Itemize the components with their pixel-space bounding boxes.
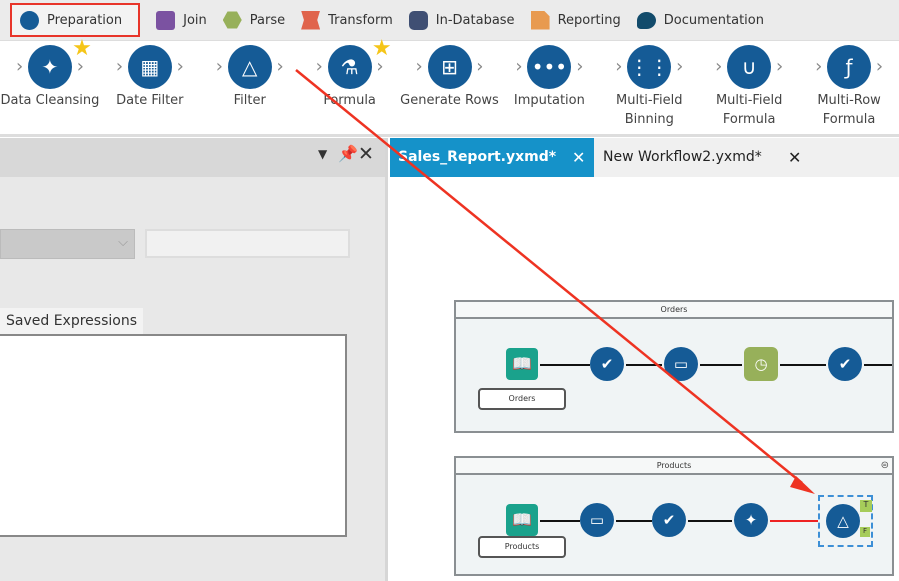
tool-data-cleansing[interactable]: ✦Data Cleansing★ [0, 36, 100, 134]
category-join[interactable]: Join [156, 7, 207, 33]
input-data-icon[interactable]: 📖 [506, 504, 538, 536]
hexagon-icon [222, 11, 242, 29]
tool-generate-rows[interactable]: ⊞Generate Rows [400, 41, 500, 134]
category-transform[interactable]: Transform [301, 7, 393, 33]
data-cleansing-node-icon[interactable]: ✦ [734, 503, 768, 537]
container-products[interactable]: Products ⊜ 📖 ▭ ✔ ✦ △ T F Products [454, 456, 894, 576]
square-icon [156, 10, 176, 30]
tab-new-workflow2[interactable]: New Workflow2.yxmd* ✕ [595, 138, 810, 177]
multi-field-formula-icon: ∪ [715, 45, 783, 89]
formula-icon: ⚗ [316, 45, 384, 89]
tab-sales-report[interactable]: Sales_Report.yxmd* ✕ [390, 138, 594, 177]
tool-filter[interactable]: △Filter [200, 41, 300, 134]
tool-multi-row-formula[interactable]: ƒMulti-Row Formula [799, 41, 899, 134]
tab-saved-expressions[interactable]: Saved Expressions [0, 308, 143, 334]
ribbon-icon [301, 10, 321, 30]
chevron-down-icon: ⌵ [118, 235, 128, 250]
pin-icon[interactable]: 📌 [338, 144, 358, 163]
tool-imputation[interactable]: •••Imputation [499, 41, 599, 134]
database-icon [408, 10, 428, 30]
filter-node-selected[interactable]: △ T F [818, 495, 873, 547]
close-tab-icon[interactable]: ✕ [572, 138, 585, 177]
field-dropdown[interactable]: ⌵ [0, 229, 135, 259]
favorite-star-icon: ★ [72, 36, 92, 61]
node-label: Orders [478, 388, 566, 410]
multi-field-binning-icon: ⋮⋮ [615, 45, 683, 89]
input-data-icon[interactable]: 📖 [506, 348, 538, 380]
workflow-tabs: Sales_Report.yxmd* ✕ New Workflow2.yxmd* ✕ [390, 138, 899, 177]
value-input[interactable] [145, 229, 350, 258]
tool-date-filter[interactable]: ▦Date Filter [100, 41, 200, 134]
browse-tool-icon[interactable]: ▭ [664, 347, 698, 381]
close-panel-icon[interactable]: ✕ [358, 143, 374, 165]
select-tool-icon[interactable]: ✔ [590, 347, 624, 381]
date-filter-icon: ▦ [116, 45, 184, 89]
imputation-icon: ••• [515, 45, 583, 89]
data-cleansing-icon: ✦ [16, 45, 84, 89]
panel-header: ▼ 📌 ✕ [0, 138, 385, 177]
favorite-star-icon: ★ [371, 36, 392, 61]
collapse-icon[interactable]: ⊜ [881, 460, 889, 471]
false-anchor[interactable]: F [860, 527, 870, 537]
close-tab-icon[interactable]: ✕ [788, 138, 801, 177]
category-parse[interactable]: Parse [222, 7, 285, 33]
workflow-canvas[interactable]: Sales_Report.yxmd* ✕ New Workflow2.yxmd* ✕… [390, 138, 899, 581]
node-label: Products [478, 536, 566, 558]
speech-bubble-icon [636, 11, 656, 29]
circle-icon [20, 10, 39, 30]
configuration-panel: ▼ 📌 ✕ ⌵ Saved Expressions [0, 138, 388, 581]
select-tool-icon[interactable]: ✔ [828, 347, 862, 381]
category-reporting[interactable]: Reporting [530, 7, 621, 33]
generate-rows-icon: ⊞ [416, 45, 484, 89]
expressions-list[interactable] [0, 334, 347, 537]
multi-row-formula-icon: ƒ [815, 45, 883, 89]
datetime-tool-icon[interactable]: ◷ [744, 347, 778, 381]
tool-multi-field-binning[interactable]: ⋮⋮Multi-Field Binning [599, 41, 699, 134]
true-anchor[interactable]: T [860, 500, 872, 512]
container-orders[interactable]: Orders 📖 ✔ ▭ ◷ ✔ Orders [454, 300, 894, 433]
filter-icon: △ [826, 504, 860, 538]
filter-icon: △ [216, 45, 284, 89]
tool-category-bar: Preparation Join Parse Transform In-Data… [0, 0, 899, 41]
category-documentation[interactable]: Documentation [636, 7, 764, 33]
select-tool-icon[interactable]: ✔ [652, 503, 686, 537]
category-preparation[interactable]: Preparation [10, 3, 141, 37]
browse-tool-icon[interactable]: ▭ [580, 503, 614, 537]
panel-menu-icon[interactable]: ▼ [318, 147, 327, 161]
tool-palette: ✦Data Cleansing★ ▦Date Filter △Filter ⚗F… [0, 36, 899, 137]
document-icon [530, 10, 550, 30]
tool-formula[interactable]: ⚗Formula★ [300, 36, 400, 134]
category-in-database[interactable]: In-Database [408, 7, 515, 33]
tool-multi-field-formula[interactable]: ∪Multi-Field Formula [699, 41, 799, 134]
